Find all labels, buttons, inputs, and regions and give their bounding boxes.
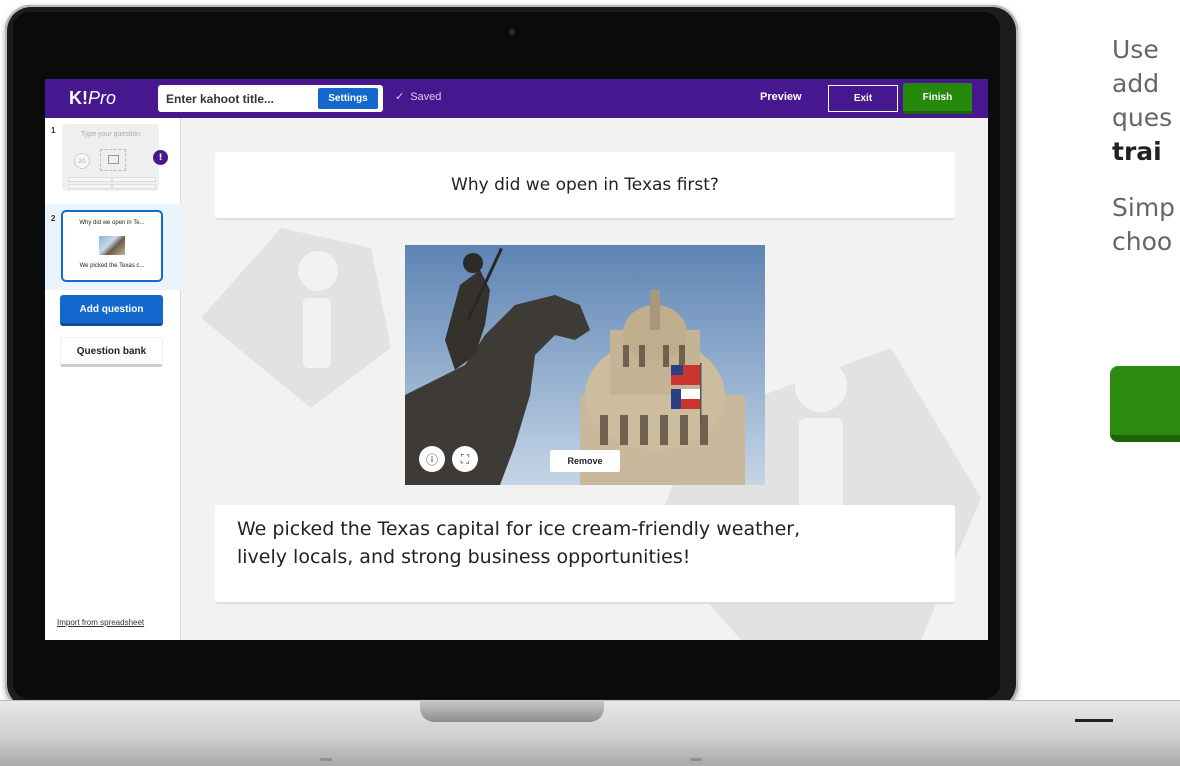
- checkmark-icon: ✓: [395, 91, 405, 103]
- side-copy-line: choo: [1112, 227, 1173, 256]
- side-copy-line: ques: [1112, 103, 1173, 132]
- side-copy-line: Use: [1112, 35, 1159, 64]
- kahoot-logo[interactable]: K!Pro: [69, 88, 116, 109]
- import-spreadsheet-link[interactable]: Import from spreadsheet: [57, 618, 144, 627]
- crop-icon[interactable]: ⛶: [452, 446, 478, 472]
- image-placeholder: [100, 149, 126, 171]
- add-question-button[interactable]: Add question: [60, 295, 163, 326]
- laptop-foot: [690, 758, 702, 761]
- laptop-foot: [320, 758, 332, 761]
- slide-item-2[interactable]: 2 Why did we open in Te... We picked the…: [45, 204, 181, 290]
- laptop-edge-dash: [1075, 719, 1113, 722]
- finish-button[interactable]: Finish: [903, 83, 972, 114]
- slide-question-placeholder: Type your question: [80, 131, 141, 138]
- slide-thumbnail[interactable]: Type your question 20: [62, 124, 159, 191]
- side-copy-line: Simp: [1112, 193, 1176, 222]
- answer-placeholder: [112, 184, 156, 189]
- preview-button[interactable]: Preview: [760, 91, 802, 103]
- laptop-notch: [420, 700, 604, 722]
- top-bar: K!Pro Settings ✓ Saved Preview Exit Fini…: [45, 79, 988, 118]
- question-sidebar: 1 Type your question 20 ! 2 Why did we o…: [45, 118, 181, 640]
- camera-dot: [509, 29, 515, 35]
- slide-number: 1: [51, 126, 56, 135]
- slide-number: 2: [51, 214, 56, 223]
- info-icon[interactable]: ⓘ: [419, 446, 445, 472]
- answer-line: We picked the Texas capital for ice crea…: [237, 518, 801, 540]
- answer-placeholder: [112, 177, 156, 182]
- slide-image-thumbnail: [99, 236, 125, 255]
- settings-button[interactable]: Settings: [318, 88, 378, 109]
- image-icon: [108, 155, 119, 164]
- saved-status: ✓ Saved: [395, 90, 442, 104]
- app-screen: K!Pro Settings ✓ Saved Preview Exit Fini…: [45, 79, 988, 640]
- question-title-field[interactable]: Why did we open in Texas first?: [215, 152, 955, 220]
- side-copy-line: trai: [1112, 137, 1162, 166]
- question-text: Why did we open in Texas first?: [451, 175, 719, 195]
- editor-canvas: Why did we open in Texas first? ⓘ ⛶ Remo…: [181, 118, 988, 640]
- question-media[interactable]: ⓘ ⛶ Remove: [405, 245, 765, 485]
- timer-badge: 20: [74, 153, 90, 169]
- slide-answer-text: We picked the Texas c...: [79, 263, 145, 269]
- warning-icon: !: [153, 150, 168, 165]
- exit-button[interactable]: Exit: [828, 85, 898, 112]
- side-cta-button[interactable]: [1110, 366, 1180, 442]
- side-copy-gap: [1112, 169, 1175, 191]
- slide-item-1[interactable]: 1 Type your question 20 !: [45, 118, 181, 204]
- answer-placeholder: [68, 177, 112, 182]
- slide-thumbnail[interactable]: Why did we open in Te... We picked the T…: [61, 210, 163, 282]
- answer-text-field[interactable]: We picked the Texas capital for ice crea…: [215, 505, 955, 604]
- logo-mark: K!: [69, 88, 88, 108]
- slide-question-text: Why did we open in Te...: [79, 220, 145, 226]
- answer-line: lively locals, and strong business oppor…: [237, 546, 691, 568]
- answer-placeholder: [68, 184, 112, 189]
- side-copy-line: add: [1112, 69, 1160, 98]
- side-marketing-copy: Use add ques trai Simp choo: [1112, 33, 1175, 259]
- logo-pro-label: Pro: [88, 88, 117, 108]
- remove-image-button[interactable]: Remove: [550, 450, 620, 472]
- saved-label: Saved: [410, 90, 442, 103]
- question-bank-button[interactable]: Question bank: [60, 337, 163, 367]
